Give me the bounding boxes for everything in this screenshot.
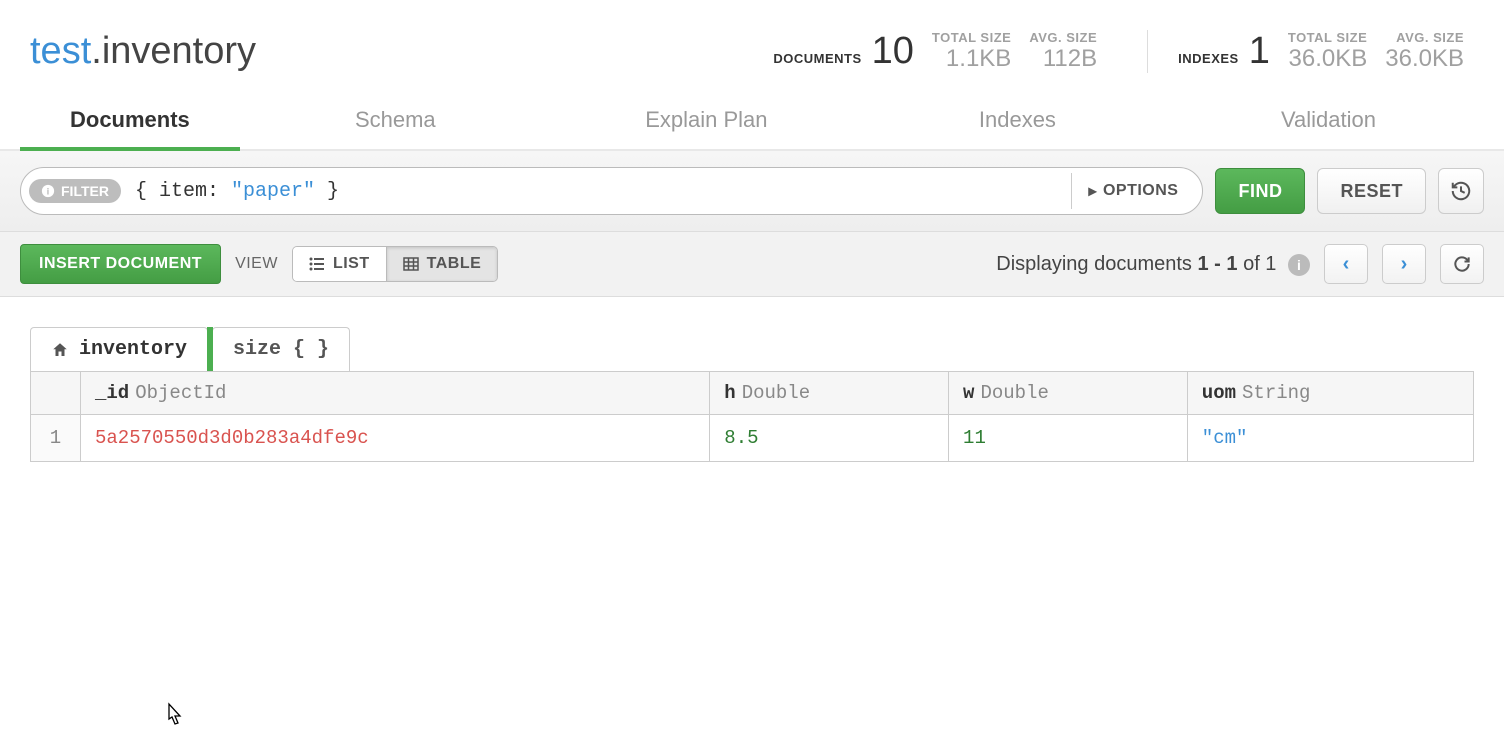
info-icon[interactable]: i bbox=[1288, 254, 1310, 276]
documents-total-size-value: 1.1KB bbox=[932, 45, 1011, 73]
indexes-count-label: INDEXES bbox=[1178, 51, 1239, 66]
paging-text: Displaying documents 1 - 1 of 1 i bbox=[996, 253, 1310, 276]
breadcrumb-root[interactable]: inventory bbox=[30, 327, 208, 371]
filter-input-container[interactable]: i FILTER { item: "paper" } ▸ OPTIONS bbox=[20, 167, 1203, 215]
collection-title: test.inventory bbox=[30, 30, 256, 73]
filter-badge: i FILTER bbox=[29, 179, 121, 203]
reset-button[interactable]: RESET bbox=[1317, 168, 1426, 214]
insert-document-button[interactable]: INSERT DOCUMENT bbox=[20, 244, 221, 284]
indexes-total-size-value: 36.0KB bbox=[1288, 45, 1367, 73]
indexes-avg-size-value: 36.0KB bbox=[1385, 45, 1464, 73]
history-icon bbox=[1450, 180, 1472, 202]
info-icon: i bbox=[41, 184, 55, 198]
table-row[interactable]: 1 5a2570550d3d0b283a4dfe9c 8.5 11 "cm" bbox=[31, 415, 1474, 462]
svg-text:i: i bbox=[47, 187, 50, 198]
breadcrumb-separator bbox=[207, 327, 213, 371]
tab-validation[interactable]: Validation bbox=[1173, 93, 1484, 151]
history-button[interactable] bbox=[1438, 168, 1484, 214]
row-number: 1 bbox=[31, 415, 81, 462]
tab-bar: Documents Schema Explain Plan Indexes Va… bbox=[0, 93, 1504, 151]
breadcrumb-nested[interactable]: size { } bbox=[212, 327, 350, 371]
chevron-right-icon: › bbox=[1401, 253, 1408, 276]
tab-indexes[interactable]: Indexes bbox=[862, 93, 1173, 151]
documents-table: _idObjectId hDouble wDouble uomString 1 … bbox=[30, 371, 1474, 462]
tab-explain-plan[interactable]: Explain Plan bbox=[551, 93, 862, 151]
next-page-button[interactable]: › bbox=[1382, 244, 1426, 284]
tab-documents[interactable]: Documents bbox=[20, 93, 240, 151]
chevron-left-icon: ‹ bbox=[1343, 253, 1350, 276]
column-header-h[interactable]: hDouble bbox=[710, 372, 949, 415]
view-list-button[interactable]: LIST bbox=[293, 247, 386, 281]
db-name: test bbox=[30, 30, 91, 72]
cell-w[interactable]: 11 bbox=[963, 427, 986, 449]
documents-count-label: DOCUMENTS bbox=[773, 51, 861, 66]
column-header-id[interactable]: _idObjectId bbox=[81, 372, 710, 415]
cell-h[interactable]: 8.5 bbox=[724, 427, 758, 449]
cell-uom[interactable]: "cm" bbox=[1202, 427, 1248, 449]
column-row-number bbox=[31, 372, 81, 415]
prev-page-button[interactable]: ‹ bbox=[1324, 244, 1368, 284]
options-button[interactable]: ▸ OPTIONS bbox=[1071, 173, 1194, 209]
tab-schema[interactable]: Schema bbox=[240, 93, 551, 151]
table-icon bbox=[403, 256, 419, 272]
indexes-avg-size-label: AVG. SIZE bbox=[1385, 30, 1464, 45]
cursor-pointer-icon bbox=[160, 702, 188, 734]
list-icon bbox=[309, 256, 325, 272]
refresh-button[interactable] bbox=[1440, 244, 1484, 284]
view-toggle: LIST TABLE bbox=[292, 246, 498, 282]
refresh-icon bbox=[1452, 254, 1472, 274]
documents-avg-size-label: AVG. SIZE bbox=[1029, 30, 1097, 45]
cell-id[interactable]: 5a2570550d3d0b283a4dfe9c bbox=[95, 427, 369, 449]
documents-avg-size-value: 112B bbox=[1029, 45, 1097, 73]
view-label: VIEW bbox=[235, 255, 278, 273]
filter-query-text[interactable]: { item: "paper" } bbox=[121, 180, 1071, 203]
caret-right-icon: ▸ bbox=[1088, 181, 1097, 201]
find-button[interactable]: FIND bbox=[1215, 168, 1305, 214]
view-table-button[interactable]: TABLE bbox=[386, 247, 498, 281]
column-header-w[interactable]: wDouble bbox=[949, 372, 1188, 415]
column-header-uom[interactable]: uomString bbox=[1187, 372, 1473, 415]
home-icon bbox=[51, 341, 69, 359]
documents-count-value: 10 bbox=[872, 30, 914, 73]
documents-total-size-label: TOTAL SIZE bbox=[932, 30, 1011, 45]
indexes-total-size-label: TOTAL SIZE bbox=[1288, 30, 1367, 45]
collection-name: inventory bbox=[102, 30, 256, 72]
indexes-count-value: 1 bbox=[1249, 30, 1270, 73]
